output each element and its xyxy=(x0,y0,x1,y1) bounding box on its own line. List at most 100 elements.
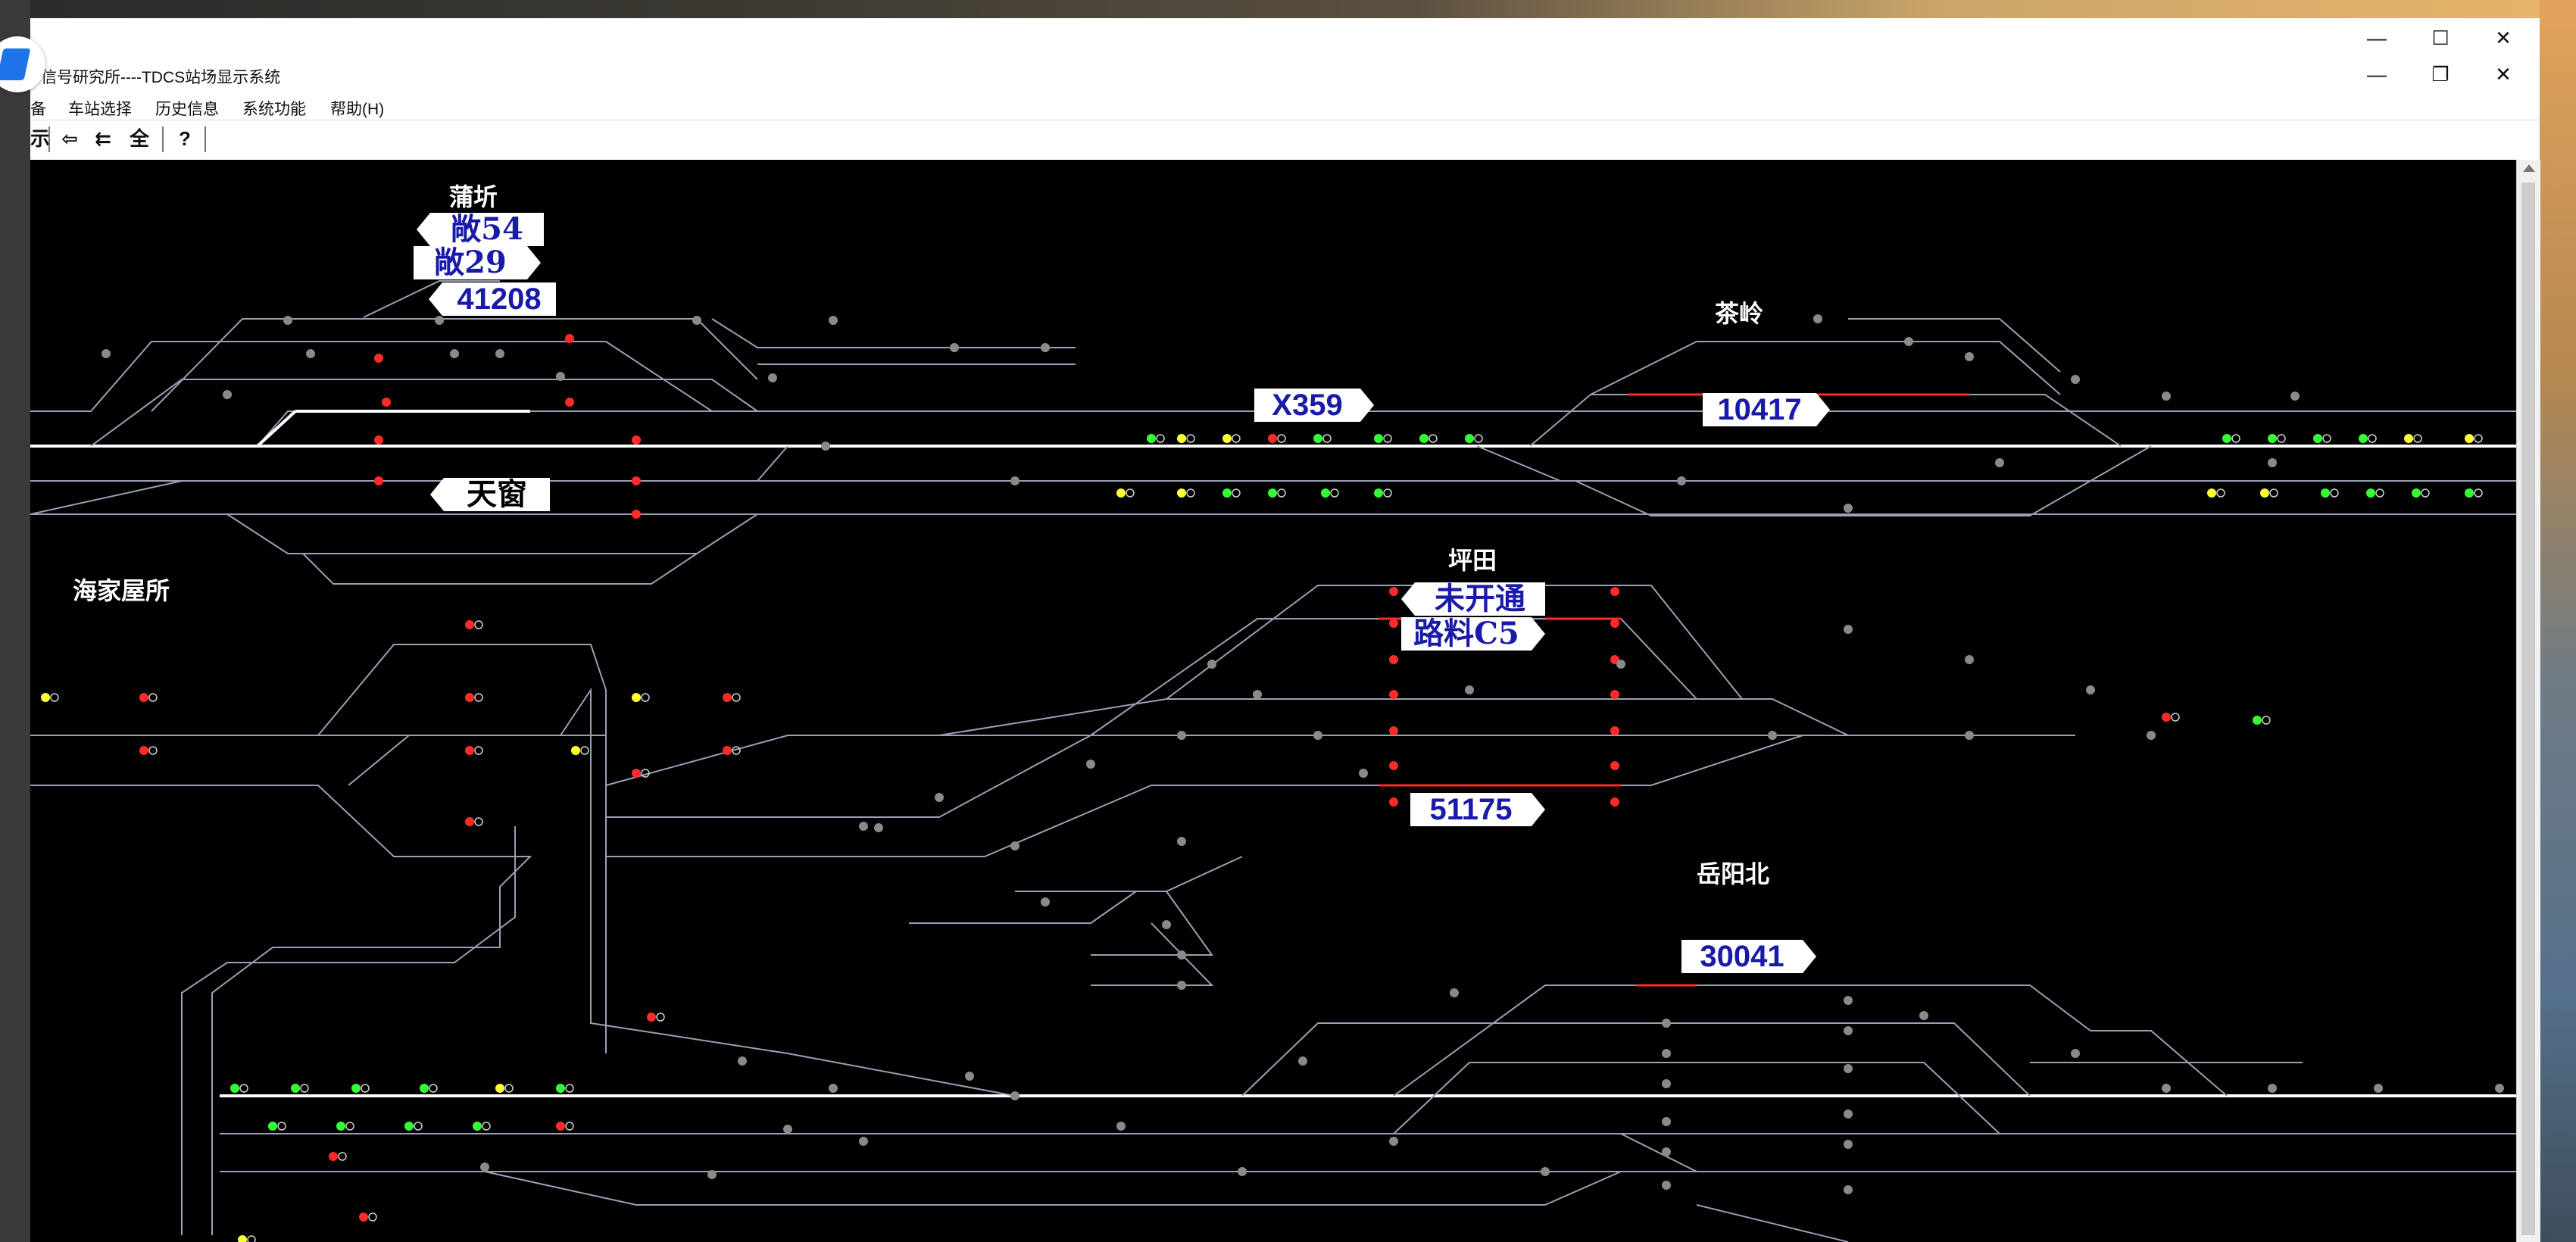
dwarf-signal xyxy=(1844,1026,1853,1035)
signal-lamp-off xyxy=(429,1084,438,1093)
signal-lamp xyxy=(268,1122,277,1131)
dwarf-signal xyxy=(480,1162,489,1172)
signal-lamp-off xyxy=(1232,434,1241,443)
train-tag[interactable]: 敞29 xyxy=(414,246,541,279)
signal-lamp-off xyxy=(474,620,483,629)
dwarf-signal xyxy=(1616,660,1625,669)
help-icon[interactable]: ? xyxy=(170,126,200,151)
signal-lamp xyxy=(2404,434,2413,443)
menu-item-help[interactable]: 帮助(H) xyxy=(330,97,384,120)
signal-lamp xyxy=(1374,434,1383,443)
inner-close-button[interactable]: ✕ xyxy=(2488,61,2518,88)
toolbar-separator xyxy=(162,126,164,152)
signal-lamp xyxy=(632,510,641,519)
track-segment xyxy=(302,553,698,585)
signal-lamp xyxy=(2207,488,2216,498)
toolbar-separator xyxy=(205,126,206,152)
signal-lamp-off xyxy=(2231,434,2240,443)
track-segment xyxy=(605,735,2075,786)
dwarf-signal xyxy=(1662,1117,1671,1126)
signal-lamp xyxy=(2412,488,2421,498)
signal-lamp-off xyxy=(482,1122,491,1131)
station-diagram-canvas[interactable]: 蒲圻 茶岭 海家屋所 坪田 岳阳北 敞54 敞29 41208 天窗 X359 … xyxy=(30,160,2516,1242)
vertical-scrollbar[interactable] xyxy=(2516,160,2540,1242)
train-tag[interactable]: 天窗 xyxy=(430,478,550,511)
signal-lamp-off xyxy=(148,693,158,702)
dwarf-signal xyxy=(1313,731,1322,740)
dwarf-signal xyxy=(1844,1109,1853,1119)
dwarf-signal xyxy=(101,349,111,358)
train-tag[interactable]: 51175 xyxy=(1410,793,1545,826)
dwarf-signal xyxy=(1177,837,1186,846)
signal-lamp xyxy=(2465,488,2474,498)
menu-item-device[interactable]: 备 xyxy=(30,97,46,120)
menu-item-system[interactable]: 系统功能 xyxy=(242,97,306,120)
train-tag[interactable]: 30041 xyxy=(1681,940,1816,973)
single-line-icon[interactable]: ⇦ xyxy=(55,126,85,151)
signal-lamp-off xyxy=(474,746,483,755)
signal-lamp-off xyxy=(565,1122,574,1131)
signal-lamp xyxy=(495,1084,504,1093)
track-segment xyxy=(909,891,1137,924)
train-tag[interactable]: 41208 xyxy=(429,282,556,316)
signal-lamp xyxy=(1313,434,1322,443)
maximize-button[interactable]: ☐ xyxy=(2425,24,2456,51)
signal-lamp-off xyxy=(2216,488,2225,498)
signal-lamp xyxy=(230,1084,239,1093)
dwarf-signal xyxy=(1662,1181,1671,1190)
menu-item-history[interactable]: 历史信息 xyxy=(155,97,219,120)
dwarf-signal xyxy=(1041,897,1050,907)
signal-lamp xyxy=(632,693,641,702)
track-segment xyxy=(1241,1022,2031,1097)
train-tag[interactable]: 10417 xyxy=(1703,393,1830,426)
signal-lamp-off xyxy=(1330,488,1339,498)
signal-lamp-off xyxy=(1277,434,1286,443)
track-segment xyxy=(317,644,607,1053)
dwarf-signal xyxy=(2374,1084,2383,1093)
signal-lamp xyxy=(1465,434,1474,443)
desktop-background-top xyxy=(0,0,2576,18)
signal-lamp-off xyxy=(2474,488,2483,498)
display-button[interactable]: 示 xyxy=(30,126,50,151)
signal-lamp xyxy=(1268,488,1277,498)
close-button[interactable]: ✕ xyxy=(2488,24,2518,51)
track-segment xyxy=(1090,618,1697,736)
dwarf-signal xyxy=(829,1084,838,1093)
signal-lamp xyxy=(1177,434,1186,443)
inner-restore-button[interactable]: ❐ xyxy=(2425,61,2456,88)
signal-lamp-off xyxy=(2330,488,2339,498)
scroll-thumb[interactable] xyxy=(2521,183,2535,1235)
signal-lamp xyxy=(2465,434,2474,443)
signal-lamp xyxy=(139,746,148,755)
dwarf-signal xyxy=(1298,1056,1307,1066)
signal-lamp xyxy=(1389,761,1398,770)
signal-lamp xyxy=(2359,434,2368,443)
train-tag[interactable]: 敞54 xyxy=(417,213,544,246)
track-segment xyxy=(560,687,1016,1097)
signal-lamp xyxy=(1610,587,1619,596)
signal-lamp-off xyxy=(414,1122,423,1131)
dwarf-signal xyxy=(1010,1091,1019,1100)
dwarf-signal xyxy=(2495,1084,2504,1093)
dwarf-signal xyxy=(965,1072,974,1081)
signal-lamp xyxy=(351,1084,361,1093)
dwarf-signal xyxy=(1904,337,1913,346)
toolbar: 示 ⇦ ⇇ 全 ? xyxy=(30,120,2540,161)
train-tag[interactable]: X359 xyxy=(1254,389,1374,422)
double-line-icon[interactable]: ⇇ xyxy=(88,126,118,151)
minimize-button[interactable]: — xyxy=(2362,24,2392,51)
show-all-button[interactable]: 全 xyxy=(124,126,155,151)
inner-minimize-button[interactable]: — xyxy=(2362,61,2392,88)
train-tag[interactable]: 路料C5 xyxy=(1401,617,1545,651)
track-segment xyxy=(226,513,758,554)
scroll-up-icon[interactable] xyxy=(2523,164,2535,172)
signal-lamp xyxy=(420,1084,429,1093)
menu-item-station-select[interactable]: 车站选择 xyxy=(68,97,132,120)
train-tag[interactable]: 未开通 xyxy=(1401,582,1545,616)
dwarf-signal xyxy=(1662,1019,1671,1028)
signal-lamp xyxy=(382,398,391,407)
track-segment xyxy=(1620,1133,2516,1172)
signal-lamp-off xyxy=(239,1084,248,1093)
dwarf-signal xyxy=(1450,988,1459,997)
dwarf-signal xyxy=(1541,1167,1550,1176)
